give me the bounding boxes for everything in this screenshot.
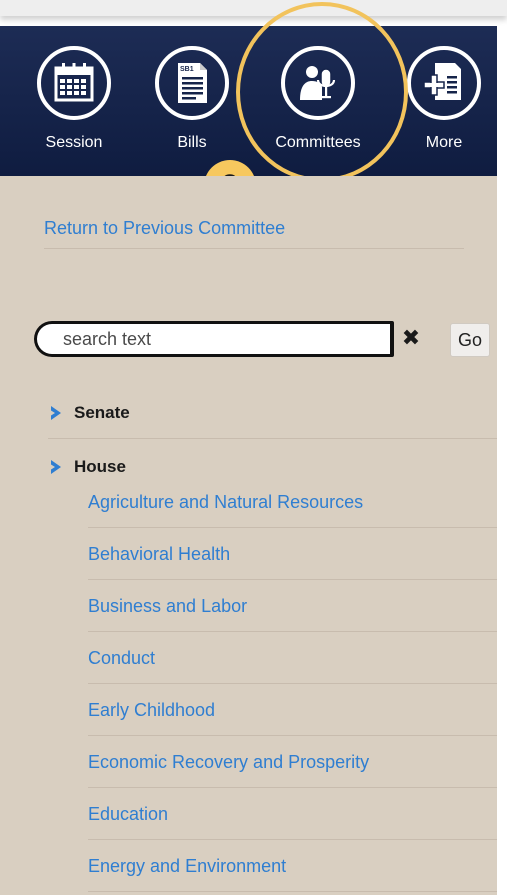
- search-input[interactable]: [63, 328, 383, 350]
- add-document-icon: [407, 46, 481, 120]
- committee-link[interactable]: Early Childhood: [88, 684, 500, 736]
- bill-badge-text: SB1: [180, 66, 194, 73]
- nav-more[interactable]: More: [394, 26, 494, 176]
- nav-committees-label: Committees: [275, 134, 361, 151]
- clear-search-icon[interactable]: ✖: [400, 325, 422, 350]
- go-button[interactable]: Go: [450, 323, 490, 357]
- nav-more-label: More: [425, 134, 463, 151]
- search-box: [34, 321, 394, 357]
- section-senate[interactable]: Senate: [48, 400, 130, 426]
- divider: [44, 248, 464, 249]
- committee-link[interactable]: Behavioral Health: [88, 528, 500, 580]
- section-house-label: House: [74, 457, 126, 476]
- nav-session[interactable]: Session: [24, 26, 124, 176]
- committee-link[interactable]: Education: [88, 788, 500, 840]
- committee-presenter-icon: [281, 46, 355, 120]
- nav-bills[interactable]: SB1 Bills: [142, 26, 242, 176]
- divider: [48, 438, 500, 439]
- top-strip: [0, 0, 507, 16]
- committee-link[interactable]: Economic Recovery and Prosperity: [88, 736, 500, 788]
- document-icon: SB1: [155, 46, 229, 120]
- sidebar: Return to Previous Committee ✖ Go Senate…: [0, 176, 500, 895]
- nav-committees[interactable]: Committees: [268, 26, 368, 176]
- return-previous-committee-link[interactable]: Return to Previous Committee: [44, 218, 285, 239]
- chevron-right-icon: [51, 460, 61, 474]
- committee-link[interactable]: Energy and Environment: [88, 840, 500, 892]
- committee-link[interactable]: Agriculture and Natural Resources: [88, 476, 500, 528]
- committee-link[interactable]: Conduct: [88, 632, 500, 684]
- nav-bills-label: Bills: [177, 134, 207, 151]
- main-nav: Session SB1 Bills Committees More: [0, 26, 497, 176]
- right-gutter: [497, 176, 507, 895]
- section-senate-label: Senate: [74, 403, 130, 422]
- calendar-icon: [37, 46, 111, 120]
- committee-link[interactable]: Business and Labor: [88, 580, 500, 632]
- chevron-right-icon: [51, 406, 61, 420]
- nav-session-label: Session: [45, 134, 103, 151]
- page: Session SB1 Bills Committees More Return…: [0, 0, 507, 895]
